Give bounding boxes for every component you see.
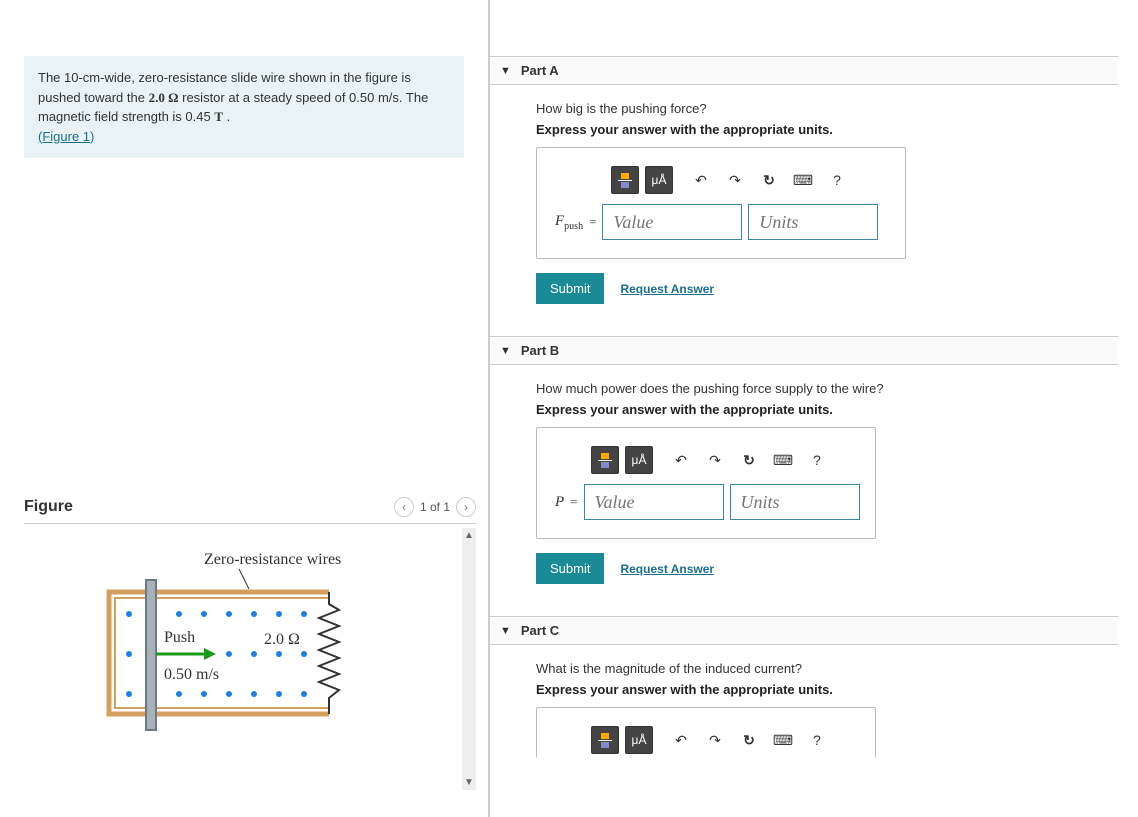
help-icon[interactable]: ? [823,166,851,194]
keyboard-icon[interactable]: ⌨ [769,726,797,754]
reset-icon[interactable]: ↻ [735,726,763,754]
part-a-title: Part A [521,63,559,78]
svg-text:Push: Push [164,629,195,646]
part-b-body: How much power does the pushing force su… [490,365,1138,604]
part-c-title: Part C [521,623,559,638]
figure-diagram: Zero-resistance wires [84,544,384,787]
figure-scroll: ▲ ▼ Zero-resistance wires [24,524,476,794]
part-a-instruction: Express your answer with the appropriate… [536,122,1108,137]
problem-statement: The 10-cm-wide, zero-resistance slide wi… [24,56,464,158]
figure-area: Figure ‹ 1 of 1 › ▲ ▼ Zero-resistance wi… [24,497,476,817]
part-a-units-input[interactable] [748,204,878,240]
part-a-value-input[interactable] [602,204,742,240]
scroll-down-icon: ▼ [464,775,474,790]
equals-sign: = [570,494,577,510]
caret-down-icon: ▼ [500,625,511,637]
figure-next-button[interactable]: › [456,497,476,517]
part-a-input-row: Fpush = [551,204,891,240]
part-a-toolbar: μÅ ↶ ↷ ↻ ⌨ ? [551,164,891,204]
part-a-submit-button[interactable]: Submit [536,273,604,304]
figure-title: Figure [24,498,73,516]
svg-text:2.0 Ω: 2.0 Ω [264,631,300,648]
part-c-toolbar: μÅ ↶ ↷ ↻ ⌨ ? [551,724,861,754]
help-icon[interactable]: ? [803,446,831,474]
fraction-tool-button[interactable] [591,726,619,754]
wires-label: Zero-resistance wires [204,551,341,568]
part-a-header[interactable]: ▼ Part A [490,56,1118,85]
left-column: The 10-cm-wide, zero-resistance slide wi… [0,0,490,817]
part-b-submit-row: Submit Request Answer [536,553,1108,584]
fraction-tool-button[interactable] [611,166,639,194]
part-a-request-answer-link[interactable]: Request Answer [620,282,714,296]
part-b-toolbar: μÅ ↶ ↷ ↻ ⌨ ? [551,444,861,484]
keyboard-icon[interactable]: ⌨ [769,446,797,474]
part-c-answer-panel: μÅ ↶ ↷ ↻ ⌨ ? [536,707,876,758]
figure-header: Figure ‹ 1 of 1 › [24,497,476,524]
figure-counter: 1 of 1 [420,500,450,514]
undo-icon[interactable]: ↶ [667,726,695,754]
units-symbol-button[interactable]: μÅ [625,446,653,474]
undo-icon[interactable]: ↶ [667,446,695,474]
redo-icon[interactable]: ↷ [701,446,729,474]
part-b-variable: P [555,494,564,511]
redo-icon[interactable]: ↷ [721,166,749,194]
reset-icon[interactable]: ↻ [755,166,783,194]
part-b-answer-panel: μÅ ↶ ↷ ↻ ⌨ ? P = [536,427,876,539]
part-b-input-row: P = [551,484,861,520]
field-unit: T [214,109,223,124]
right-column: ▼ Part A How big is the pushing force? E… [490,0,1138,817]
part-b-units-input[interactable] [730,484,860,520]
caret-down-icon: ▼ [500,345,511,357]
figure-nav: ‹ 1 of 1 › [394,497,476,517]
part-b-title: Part B [521,343,559,358]
equals-sign: = [589,214,596,230]
part-a-variable: Fpush [555,213,583,232]
fraction-tool-button[interactable] [591,446,619,474]
part-c-body: What is the magnitude of the induced cur… [490,645,1138,778]
part-c-header[interactable]: ▼ Part C [490,616,1118,645]
help-icon[interactable]: ? [803,726,831,754]
part-b-submit-button[interactable]: Submit [536,553,604,584]
figure-scrollbar[interactable]: ▲ ▼ [462,528,476,790]
redo-icon[interactable]: ↷ [701,726,729,754]
reset-icon[interactable]: ↻ [735,446,763,474]
part-b-request-answer-link[interactable]: Request Answer [620,562,714,576]
scroll-up-icon: ▲ [464,528,474,543]
part-b-header[interactable]: ▼ Part B [490,336,1118,365]
part-c-question: What is the magnitude of the induced cur… [536,661,1108,676]
part-b-value-input[interactable] [584,484,724,520]
part-c-instruction: Express your answer with the appropriate… [536,682,1108,697]
undo-icon[interactable]: ↶ [687,166,715,194]
svg-text:0.50 m/s: 0.50 m/s [164,666,219,683]
units-symbol-button[interactable]: μÅ [625,726,653,754]
part-a-answer-panel: μÅ ↶ ↷ ↻ ⌨ ? Fpush = [536,147,906,259]
keyboard-icon[interactable]: ⌨ [789,166,817,194]
resistor-value: 2.0 Ω [149,90,179,105]
part-a-question: How big is the pushing force? [536,101,1108,116]
part-a-body: How big is the pushing force? Express yo… [490,85,1138,324]
problem-text-end: . [227,109,231,124]
part-a-submit-row: Submit Request Answer [536,273,1108,304]
part-b-instruction: Express your answer with the appropriate… [536,402,1108,417]
units-symbol-button[interactable]: μÅ [645,166,673,194]
part-b-question: How much power does the pushing force su… [536,381,1108,396]
caret-down-icon: ▼ [500,65,511,77]
figure-link[interactable]: (Figure 1) [38,129,94,144]
figure-prev-button[interactable]: ‹ [394,497,414,517]
